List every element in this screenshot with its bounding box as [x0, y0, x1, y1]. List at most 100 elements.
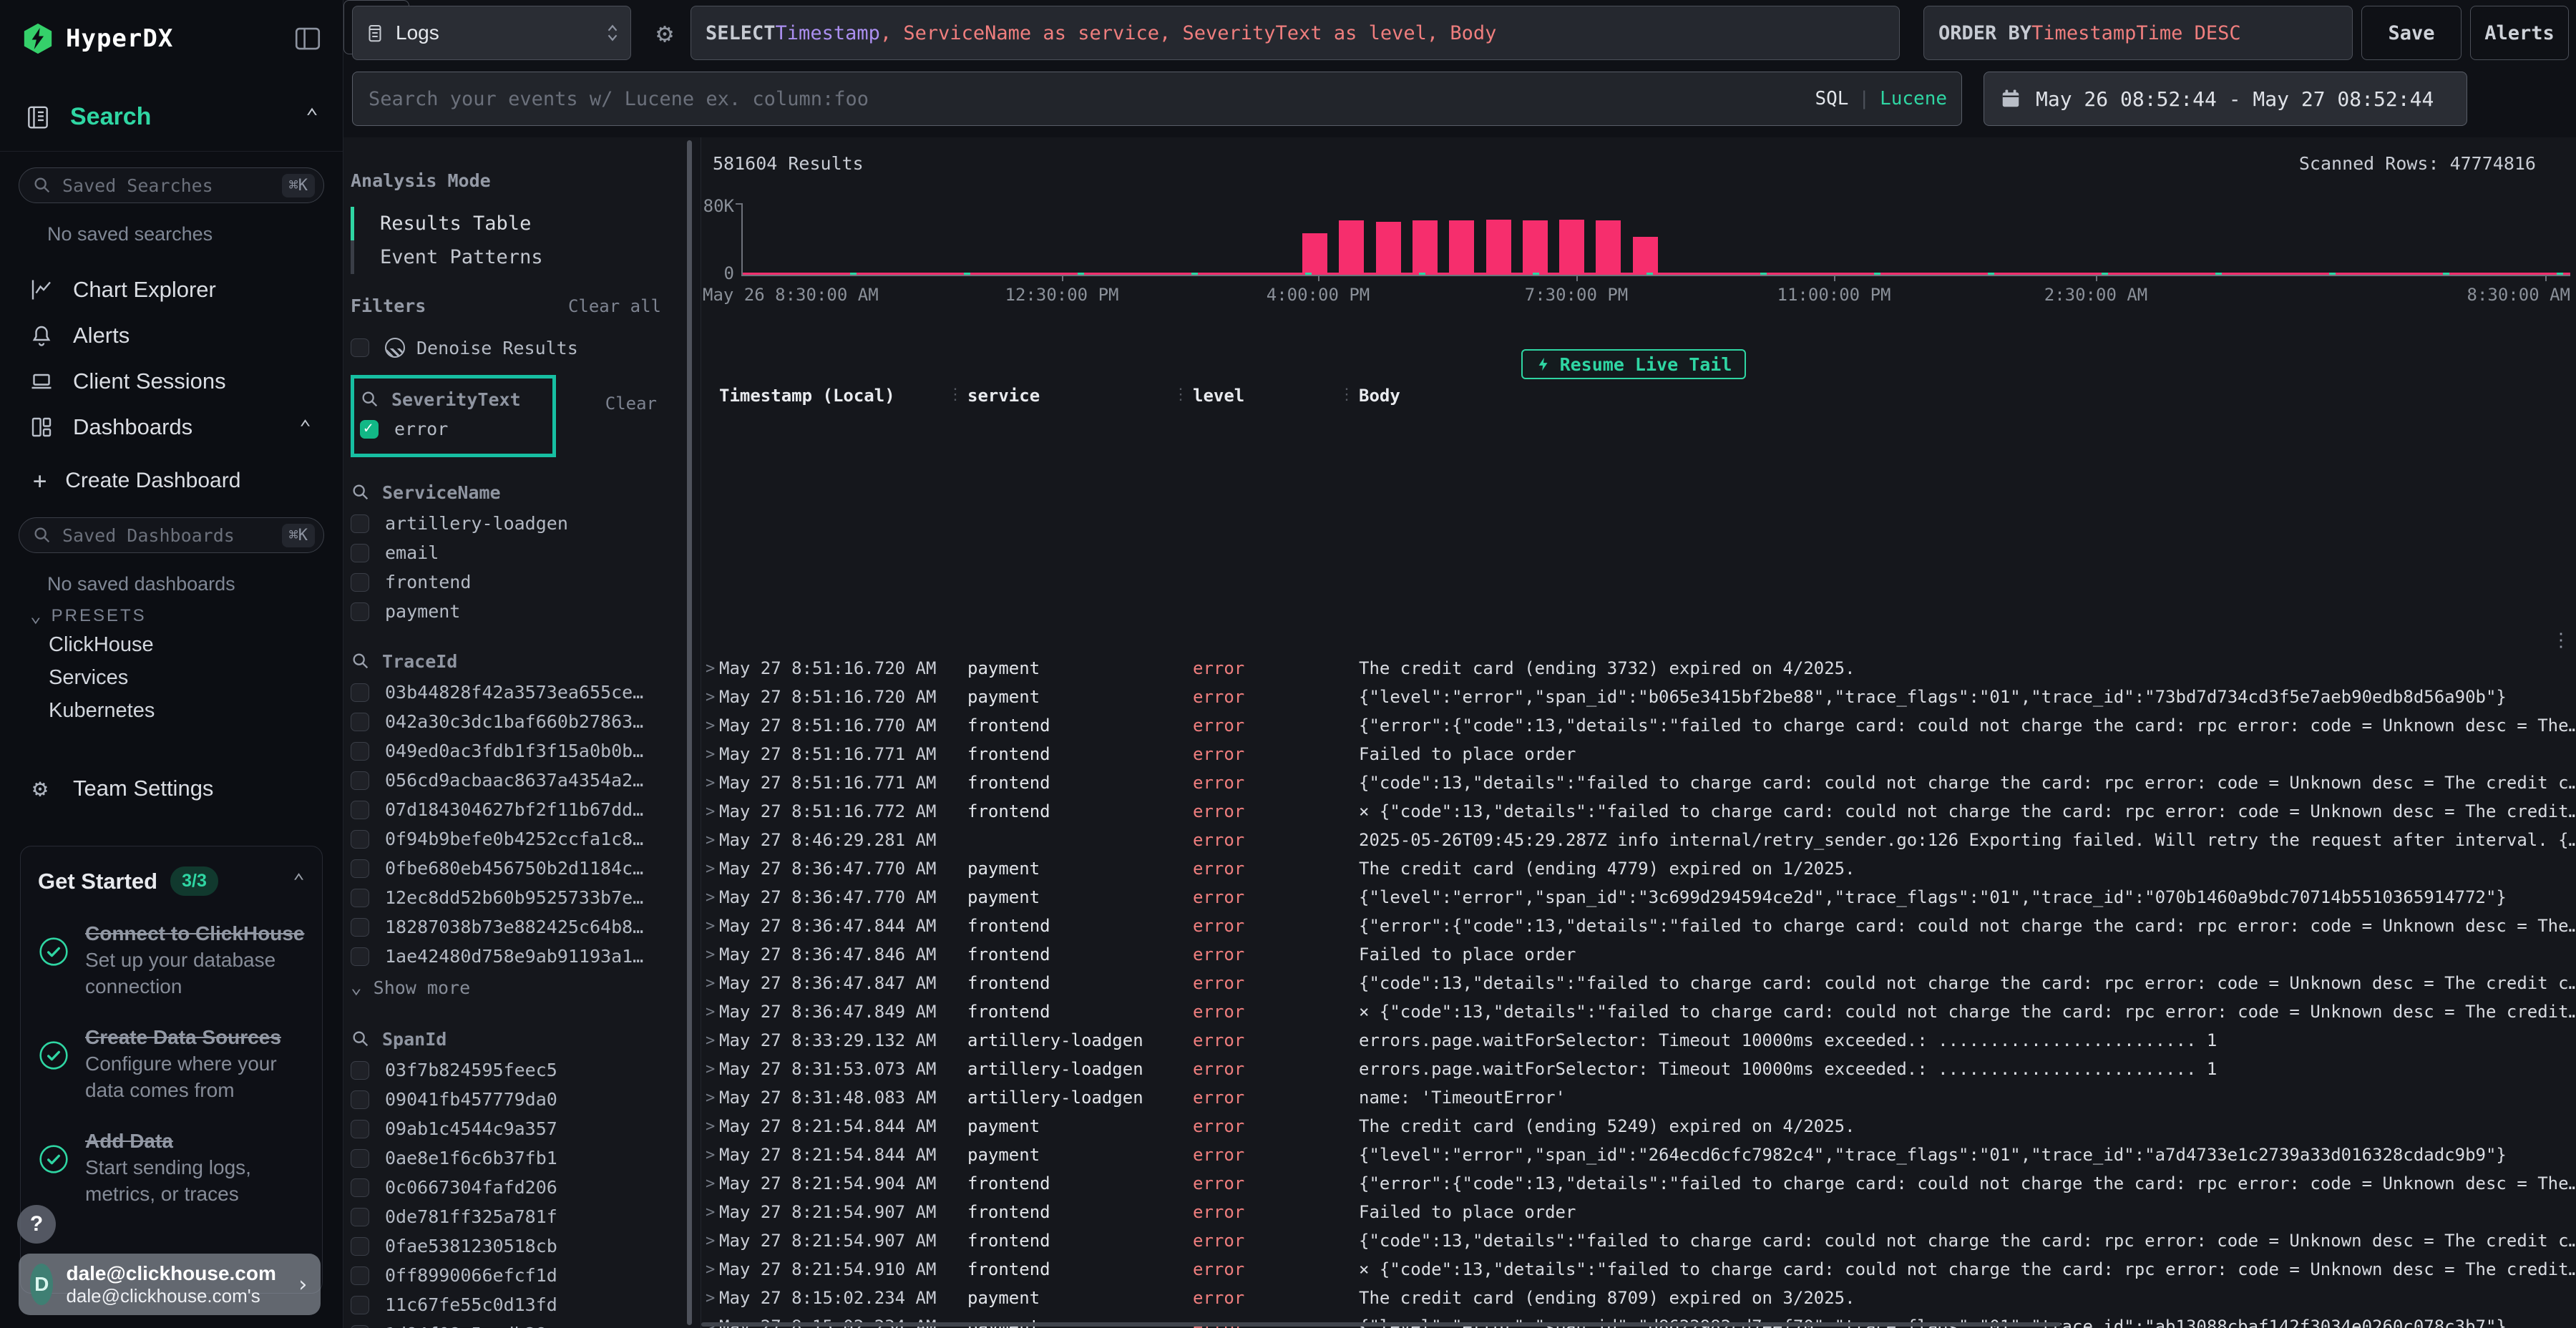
preset-link[interactable]: Services	[19, 661, 324, 694]
traceid-filter-item[interactable]: 12ec8dd52b60b9525733b7e…	[351, 883, 686, 912]
saved-dashboards-input[interactable]: ⌘K	[19, 517, 324, 553]
traceid-show-more[interactable]: ⌄ Show more	[351, 971, 686, 1004]
filter-checkbox[interactable]	[351, 801, 369, 819]
query-settings-gear-icon[interactable]: ⚙	[644, 6, 686, 60]
spanid-filter-item[interactable]: 0c0667304fafd206	[351, 1173, 686, 1202]
filter-checkbox[interactable]	[351, 514, 369, 533]
expand-chevron-icon[interactable]: >	[701, 1089, 719, 1107]
analysis-mode-option[interactable]: Results Table	[351, 207, 686, 240]
chevron-up-icon[interactable]: ⌃	[293, 869, 305, 893]
table-row[interactable]: > May 27 8:51:16.720 AM payment error Th…	[701, 654, 2576, 683]
presets-toggle[interactable]: ⌄ PRESETS	[30, 605, 324, 627]
table-row[interactable]: > May 27 8:21:54.904 AM frontend error {…	[701, 1169, 2576, 1198]
spanid-filter-item[interactable]: 0fae5381230518cb	[351, 1231, 686, 1261]
chevron-up-icon[interactable]: ⌃	[306, 104, 318, 130]
table-row[interactable]: > May 27 8:46:29.281 AM error 2025-05-26…	[701, 826, 2576, 854]
saved-dashboards-field[interactable]	[61, 524, 282, 547]
spanid-filter-item[interactable]: 0de781ff325a781f	[351, 1202, 686, 1231]
filter-checkbox[interactable]	[351, 918, 369, 937]
service-filter-item[interactable]: email	[351, 538, 686, 567]
expand-chevron-icon[interactable]: >	[701, 1204, 719, 1221]
create-dashboard-button[interactable]: + Create Dashboard	[19, 454, 324, 507]
order-by-input[interactable]: ORDER BY TimestampTime DESC	[1923, 6, 2353, 60]
filter-checkbox[interactable]	[351, 947, 369, 966]
expand-chevron-icon[interactable]: >	[701, 746, 719, 763]
table-row[interactable]: > May 27 8:51:16.771 AM frontend error {…	[701, 768, 2576, 797]
analysis-mode-option[interactable]: Event Patterns	[351, 240, 686, 274]
help-button[interactable]: ?	[17, 1205, 56, 1244]
table-row[interactable]: > May 27 8:36:47.849 AM frontend error ×…	[701, 997, 2576, 1026]
traceid-filter-item[interactable]: 049ed0ac3fdb1f3f15a0b0b…	[351, 736, 686, 766]
table-row[interactable]: > May 27 8:51:16.720 AM payment error {"…	[701, 683, 2576, 711]
filter-checkbox[interactable]	[351, 1090, 369, 1109]
table-row[interactable]: > May 27 8:51:16.770 AM frontend error {…	[701, 711, 2576, 740]
nav-alerts[interactable]: Alerts	[19, 313, 324, 358]
save-button[interactable]: Save	[2361, 6, 2462, 60]
service-filter-item[interactable]: payment	[351, 597, 686, 626]
saved-searches-field[interactable]	[61, 175, 282, 197]
spanid-filter-item[interactable]: 09041fb457779da0	[351, 1085, 686, 1114]
filter-checkbox[interactable]	[351, 1061, 369, 1080]
traceid-filter-item[interactable]: 0fbe680eb456750b2d1184c…	[351, 854, 686, 883]
column-resize-handle-icon[interactable]: ⋮	[1173, 386, 1193, 406]
get-started-item[interactable]: Create Data Sources Configure where your…	[38, 1024, 305, 1103]
filter-checkbox[interactable]	[351, 1208, 369, 1226]
spanid-filter-item[interactable]: 0ff8990066efcf1d	[351, 1261, 686, 1290]
expand-chevron-icon[interactable]: >	[701, 1118, 719, 1136]
expand-chevron-icon[interactable]: >	[701, 688, 719, 706]
severity-clear-link[interactable]: Clear	[605, 394, 657, 414]
get-started-item[interactable]: Connect to ClickHouse Set up your databa…	[38, 920, 305, 1000]
filter-checkbox[interactable]	[351, 859, 369, 878]
clear-all-link[interactable]: Clear all	[568, 296, 661, 316]
expand-chevron-icon[interactable]: >	[701, 1175, 719, 1193]
filter-checkbox[interactable]	[351, 1296, 369, 1314]
lucene-mode-toggle[interactable]: Lucene	[1880, 88, 1947, 109]
filter-checkbox[interactable]	[351, 889, 369, 907]
table-row[interactable]: > May 27 8:36:47.844 AM frontend error {…	[701, 912, 2576, 940]
filter-checkbox[interactable]	[351, 771, 369, 790]
filter-checkbox[interactable]	[351, 742, 369, 761]
table-row[interactable]: > May 27 8:51:16.771 AM frontend error F…	[701, 740, 2576, 768]
table-row[interactable]: > May 27 8:21:54.910 AM frontend error ×…	[701, 1255, 2576, 1284]
service-filter-item[interactable]: frontend	[351, 567, 686, 597]
table-row[interactable]: > May 27 8:21:54.844 AM payment error Th…	[701, 1112, 2576, 1141]
expand-chevron-icon[interactable]: >	[701, 717, 719, 735]
traceid-filter-item[interactable]: 18287038b73e882425c64b8…	[351, 912, 686, 942]
spanid-filter-item[interactable]: 11c67fe55c0d13fd	[351, 1290, 686, 1319]
search-icon[interactable]	[351, 482, 371, 502]
severity-filter-item[interactable]: error	[360, 414, 521, 444]
search-icon[interactable]	[351, 651, 371, 671]
table-row[interactable]: > May 27 8:36:47.770 AM payment error {"…	[701, 883, 2576, 912]
expand-chevron-icon[interactable]: >	[701, 1003, 719, 1021]
filter-checkbox[interactable]	[351, 573, 369, 592]
expand-chevron-icon[interactable]: >	[701, 1289, 719, 1307]
nav-search[interactable]: Search ⌃	[0, 103, 343, 152]
expand-chevron-icon[interactable]: >	[701, 975, 719, 992]
date-range-picker[interactable]: May 26 08:52:44 - May 27 08:52:44	[1984, 72, 2467, 126]
filter-checkbox[interactable]	[351, 1266, 369, 1285]
filter-checkbox[interactable]	[351, 683, 369, 702]
traceid-filter-item[interactable]: 056cd9acbaac8637a4354a2…	[351, 766, 686, 795]
preset-link[interactable]: Kubernetes	[19, 694, 324, 727]
get-started-item[interactable]: Add Data Start sending logs, metrics, or…	[38, 1128, 305, 1207]
spanid-filter-item[interactable]: 1d94f08c5acdb28e	[351, 1319, 686, 1328]
table-row[interactable]: > May 27 8:21:54.844 AM payment error {"…	[701, 1141, 2576, 1169]
filter-checkbox[interactable]	[351, 544, 369, 562]
saved-searches-input[interactable]: ⌘K	[19, 167, 324, 203]
traceid-filter-item[interactable]: 07d184304627bf2f11b67dd…	[351, 795, 686, 824]
expand-chevron-icon[interactable]: >	[701, 803, 719, 821]
table-row[interactable]: > May 27 8:31:53.073 AM artillery-loadge…	[701, 1055, 2576, 1083]
traceid-filter-item[interactable]: 1ae42480d758e9ab91193a1…	[351, 942, 686, 971]
traceid-filter-item[interactable]: 03b44828f42a3573ea655ce…	[351, 678, 686, 707]
expand-chevron-icon[interactable]: >	[701, 831, 719, 849]
nav-client-sessions[interactable]: Client Sessions	[19, 358, 324, 404]
expand-chevron-icon[interactable]: >	[701, 1232, 719, 1250]
filter-checkbox[interactable]	[351, 713, 369, 731]
table-options-kebab-icon[interactable]: ⋮	[2552, 630, 2570, 651]
spanid-filter-item[interactable]: 0ae8e1f6c6b37fb1	[351, 1143, 686, 1173]
traceid-filter-item[interactable]: 042a30c3dc1baf660b27863…	[351, 707, 686, 736]
col-body[interactable]: ⋮Body	[1339, 386, 2576, 406]
user-menu[interactable]: D dale@clickhouse.com dale@clickhouse.co…	[19, 1254, 321, 1315]
service-filter-item[interactable]: artillery-loadgen	[351, 509, 686, 538]
table-row[interactable]: > May 27 8:21:54.907 AM frontend error F…	[701, 1198, 2576, 1226]
